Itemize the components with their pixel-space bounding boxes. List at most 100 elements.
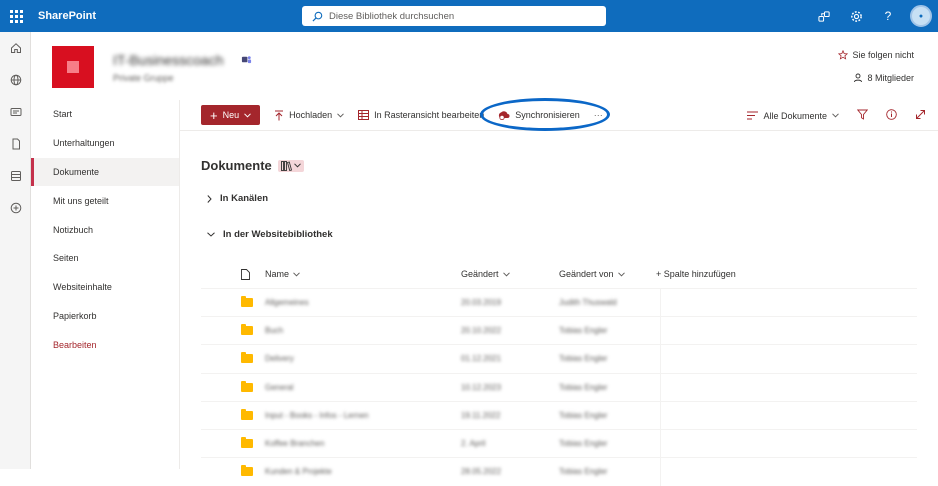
user-avatar[interactable]: ●: [910, 5, 932, 27]
site-subtitle: Private Gruppe: [113, 73, 174, 83]
folder-icon: [241, 437, 253, 449]
row-modified-by: Tobias Engler: [559, 439, 608, 449]
row-modified-by: Tobias Engler: [559, 410, 608, 420]
column-header-row: Name Geändert Geändert von + Spalte hinz…: [201, 261, 917, 287]
site-title[interactable]: IT-Businesscoach: [113, 52, 224, 68]
document-library: Dokumente In Kanälen In der Websitebibli…: [180, 131, 938, 486]
rail-lists[interactable]: [0, 160, 31, 192]
row-name[interactable]: Allgemeines: [265, 298, 309, 307]
nav-item-pages[interactable]: Seiten: [31, 244, 179, 273]
rail-files[interactable]: [0, 128, 31, 160]
collaboration-icon: [817, 10, 830, 22]
question-icon: ?: [884, 9, 892, 23]
table-row[interactable]: Input - Books - Infos - Lernen 19.11.2022…: [201, 400, 917, 430]
my-day-button[interactable]: [808, 0, 840, 32]
chevron-down-icon: [293, 163, 301, 168]
chevron-down-icon: [293, 271, 300, 277]
filter-button[interactable]: [856, 109, 869, 122]
app-bar: [0, 32, 31, 469]
members-button[interactable]: 8 Mitglieder: [853, 73, 914, 83]
follow-button[interactable]: Sie folgen nicht: [838, 50, 914, 60]
search-icon: [312, 11, 323, 22]
group-site-library[interactable]: In der Websitebibliothek: [207, 229, 333, 240]
sync-button[interactable]: Synchronisieren: [480, 98, 611, 131]
file-list: Allgemeines 20.03.2019 Judith Thuswald Buc…: [201, 288, 917, 486]
view-label: Alle Dokumente: [763, 110, 827, 121]
library-icon: [280, 160, 292, 171]
left-navigation: Start Unterhaltungen Dokumente Mit uns g…: [31, 100, 180, 469]
document-icon: [12, 138, 20, 150]
nav-item-site-contents[interactable]: Websiteinhalte: [31, 273, 179, 302]
rail-news[interactable]: [0, 96, 31, 128]
grid-view-label: In Rasteransicht bearbeiten: [374, 110, 485, 120]
info-button[interactable]: [886, 109, 897, 122]
table-row[interactable]: Kunden & Projekte 28.05.2022 Tobias Engler: [201, 457, 917, 486]
nav-item-start[interactable]: Start: [31, 100, 179, 129]
add-column-button[interactable]: + Spalte hinzufügen: [656, 269, 736, 279]
search-input[interactable]: [329, 10, 579, 22]
row-modified-by: Tobias Engler: [559, 354, 608, 364]
rail-sites[interactable]: [0, 64, 31, 96]
star-icon: [838, 50, 849, 60]
folder-icon: [241, 408, 253, 420]
column-name[interactable]: Name: [265, 269, 300, 279]
row-name[interactable]: Buch: [265, 326, 283, 335]
table-row[interactable]: Koffee Branchen 2. April Tobias Engler: [201, 428, 917, 458]
follow-label: Sie folgen nicht: [852, 50, 914, 60]
row-modified: 10.12.2023: [461, 382, 502, 392]
site-logo[interactable]: [52, 46, 94, 88]
row-name[interactable]: Delivery: [265, 354, 294, 363]
suite-header: SharePoint ? ●: [0, 0, 938, 32]
nav-item-recycle-bin[interactable]: Papierkorb: [31, 302, 179, 331]
column-modified-by[interactable]: Geändert von: [559, 269, 625, 279]
new-button[interactable]: + Neu: [201, 105, 261, 125]
table-icon: [358, 110, 370, 120]
folder-icon: [241, 352, 253, 364]
row-name[interactable]: Input - Books - Infos - Lernen: [265, 411, 369, 420]
table-row[interactable]: General 10.12.2023 Tobias Engler: [201, 372, 917, 402]
library-title: Dokumente: [201, 158, 272, 173]
plus-icon: +: [210, 107, 218, 123]
list-icon: [10, 171, 21, 181]
nav-item-documents[interactable]: Dokumente: [31, 157, 179, 187]
file-type-header[interactable]: [241, 268, 250, 280]
upload-label: Hochladen: [289, 110, 333, 120]
filter-icon: [856, 109, 869, 120]
help-button[interactable]: ?: [872, 0, 904, 32]
row-modified: 2. April: [461, 439, 486, 449]
expand-icon: [916, 110, 925, 119]
rail-create[interactable]: [0, 192, 31, 224]
library-title-row: Dokumente: [201, 158, 304, 173]
highlight-ellipse: [480, 98, 611, 131]
row-name[interactable]: General: [265, 383, 293, 392]
nav-item-notebook[interactable]: Notizbuch: [31, 215, 179, 244]
teams-icon[interactable]: [241, 54, 252, 68]
nav-item-shared[interactable]: Mit uns geteilt: [31, 186, 179, 215]
group-channels[interactable]: In Kanälen: [207, 193, 268, 204]
library-view-button[interactable]: [277, 159, 304, 172]
globe-icon: [10, 74, 21, 86]
table-row[interactable]: Delivery 01.12.2021 Tobias Engler: [201, 344, 917, 374]
news-icon: [10, 108, 21, 116]
view-switcher[interactable]: Alle Dokumente: [747, 111, 839, 121]
upload-button[interactable]: Hochladen: [274, 110, 344, 121]
table-row[interactable]: Allgemeines 20.03.2019 Judith Thuswald: [201, 288, 917, 317]
command-bar: + Neu Hochladen In Rasteransicht bearbei…: [180, 98, 938, 131]
settings-button[interactable]: [840, 0, 872, 32]
row-name[interactable]: Koffee Branchen: [265, 439, 324, 448]
table-row[interactable]: Buch 20.10.2022 Tobias Engler: [201, 316, 917, 346]
rail-home[interactable]: [0, 32, 31, 64]
app-name[interactable]: SharePoint: [38, 10, 96, 22]
info-icon: [886, 109, 897, 120]
grid-view-button[interactable]: In Rasteransicht bearbeiten: [358, 110, 484, 120]
folder-icon: [241, 324, 253, 336]
app-launcher-button[interactable]: [0, 0, 32, 32]
column-modified[interactable]: Geändert: [461, 269, 510, 279]
nav-edit-link[interactable]: Bearbeiten: [31, 330, 179, 359]
column-modified-label: Geändert: [461, 269, 499, 279]
fullscreen-button[interactable]: [915, 109, 926, 122]
column-name-label: Name: [265, 269, 290, 279]
file-type-icon: [241, 268, 250, 280]
search-box[interactable]: [302, 6, 606, 26]
nav-item-conversations[interactable]: Unterhaltungen: [31, 129, 179, 158]
